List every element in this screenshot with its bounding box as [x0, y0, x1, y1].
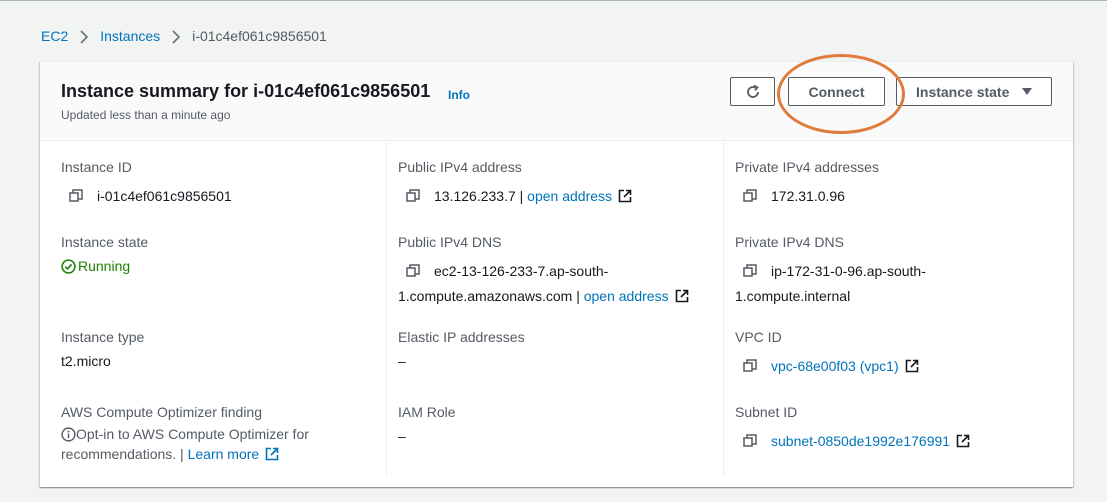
instance-id-value: i-01c4ef061c9856501 [61, 184, 232, 209]
learn-more-link[interactable]: Learn more [188, 446, 260, 462]
public-ipv4-value: 13.126.233.7 | open address [398, 184, 632, 209]
vpc-id-link[interactable]: vpc-68e00f03 (vpc1) [771, 358, 899, 374]
breadcrumb: EC2 Instances i-01c4ef061c9856501 [41, 27, 327, 45]
breadcrumb-instances[interactable]: Instances [100, 28, 160, 44]
column-divider [386, 142, 387, 475]
external-link-icon[interactable] [956, 434, 970, 448]
public-dns-line2: 1.compute.amazonaws.com | [398, 288, 580, 304]
private-ipv4-label: Private IPv4 addresses [735, 159, 879, 175]
optimizer-label: AWS Compute Optimizer finding [61, 404, 262, 420]
breadcrumb-current: i-01c4ef061c9856501 [192, 28, 327, 44]
subnet-id-value: subnet-0850de1992e176991 [735, 429, 970, 454]
info-circle-icon [61, 427, 76, 442]
vpc-id-label: VPC ID [735, 329, 782, 345]
caret-down-icon [1021, 84, 1033, 100]
panel-header: Instance summary for i-01c4ef061c9856501… [40, 54, 1073, 141]
subnet-id-link[interactable]: subnet-0850de1992e176991 [771, 433, 950, 449]
copy-icon[interactable] [69, 189, 83, 203]
instance-state-button[interactable]: Instance state [896, 77, 1052, 106]
refresh-button[interactable] [730, 77, 775, 106]
elastic-ip-value: – [398, 353, 406, 369]
public-ipv4-text: 13.126.233.7 | [434, 188, 524, 204]
optimizer-value: Opt-in to AWS Compute Optimizer for reco… [61, 424, 309, 464]
iam-role-label: IAM Role [398, 404, 456, 420]
external-link-icon[interactable] [675, 289, 689, 303]
chevron-right-icon [74, 28, 94, 44]
optimizer-text-line2: recommendations. | [61, 446, 184, 462]
open-address-dns-link[interactable]: open address [584, 288, 669, 304]
iam-role-value: – [398, 428, 406, 444]
last-updated-text: Updated less than a minute ago [61, 108, 231, 122]
connect-button[interactable]: Connect [788, 77, 885, 106]
private-ipv4-value: 172.31.0.96 [735, 184, 845, 209]
copy-icon[interactable] [743, 359, 757, 373]
private-dns-label: Private IPv4 DNS [735, 234, 844, 250]
instance-type-value: t2.micro [61, 353, 111, 369]
private-dns-line1: ip-172-31-0-96.ap-south- [771, 263, 926, 279]
public-dns-line1: ec2-13-126-233-7.ap-south- [434, 263, 609, 279]
copy-icon[interactable] [406, 264, 420, 278]
external-link-icon[interactable] [618, 189, 632, 203]
public-dns-label: Public IPv4 DNS [398, 234, 502, 250]
running-status: Running [78, 258, 131, 274]
refresh-icon [746, 84, 759, 98]
check-circle-icon [61, 259, 76, 274]
info-link[interactable]: Info [448, 88, 470, 102]
private-ipv4-text: 172.31.0.96 [771, 188, 845, 204]
chevron-right-icon [166, 28, 186, 44]
instance-state-label: Instance state [916, 83, 1010, 100]
public-dns-value: ec2-13-126-233-7.ap-south- 1.compute.ama… [398, 259, 689, 309]
subnet-id-label: Subnet ID [735, 404, 798, 420]
copy-icon[interactable] [406, 189, 420, 203]
optimizer-text-line1: Opt-in to AWS Compute Optimizer for [76, 426, 309, 442]
elastic-ip-label: Elastic IP addresses [398, 329, 525, 345]
instance-id-text: i-01c4ef061c9856501 [97, 188, 232, 204]
instance-summary-panel: Instance summary for i-01c4ef061c9856501… [40, 54, 1073, 487]
breadcrumb-ec2[interactable]: EC2 [41, 28, 68, 44]
private-dns-value: ip-172-31-0-96.ap-south- 1.compute.inter… [735, 259, 926, 309]
external-link-icon[interactable] [265, 447, 279, 461]
open-address-link[interactable]: open address [527, 188, 612, 204]
copy-icon[interactable] [743, 434, 757, 448]
public-ipv4-label: Public IPv4 address [398, 159, 522, 175]
column-divider [723, 142, 724, 475]
page-title: Instance summary for i-01c4ef061c9856501 [61, 81, 431, 101]
copy-icon[interactable] [743, 264, 757, 278]
external-link-icon[interactable] [905, 359, 919, 373]
instance-state-value: Running [61, 254, 130, 279]
instance-id-label: Instance ID [61, 159, 132, 175]
top-border [0, 0, 1107, 1]
copy-icon[interactable] [743, 189, 757, 203]
vpc-id-value: vpc-68e00f03 (vpc1) [735, 354, 919, 379]
instance-type-label: Instance type [61, 329, 145, 345]
instance-state-field-label: Instance state [61, 234, 149, 250]
private-dns-line2: 1.compute.internal [735, 288, 851, 304]
